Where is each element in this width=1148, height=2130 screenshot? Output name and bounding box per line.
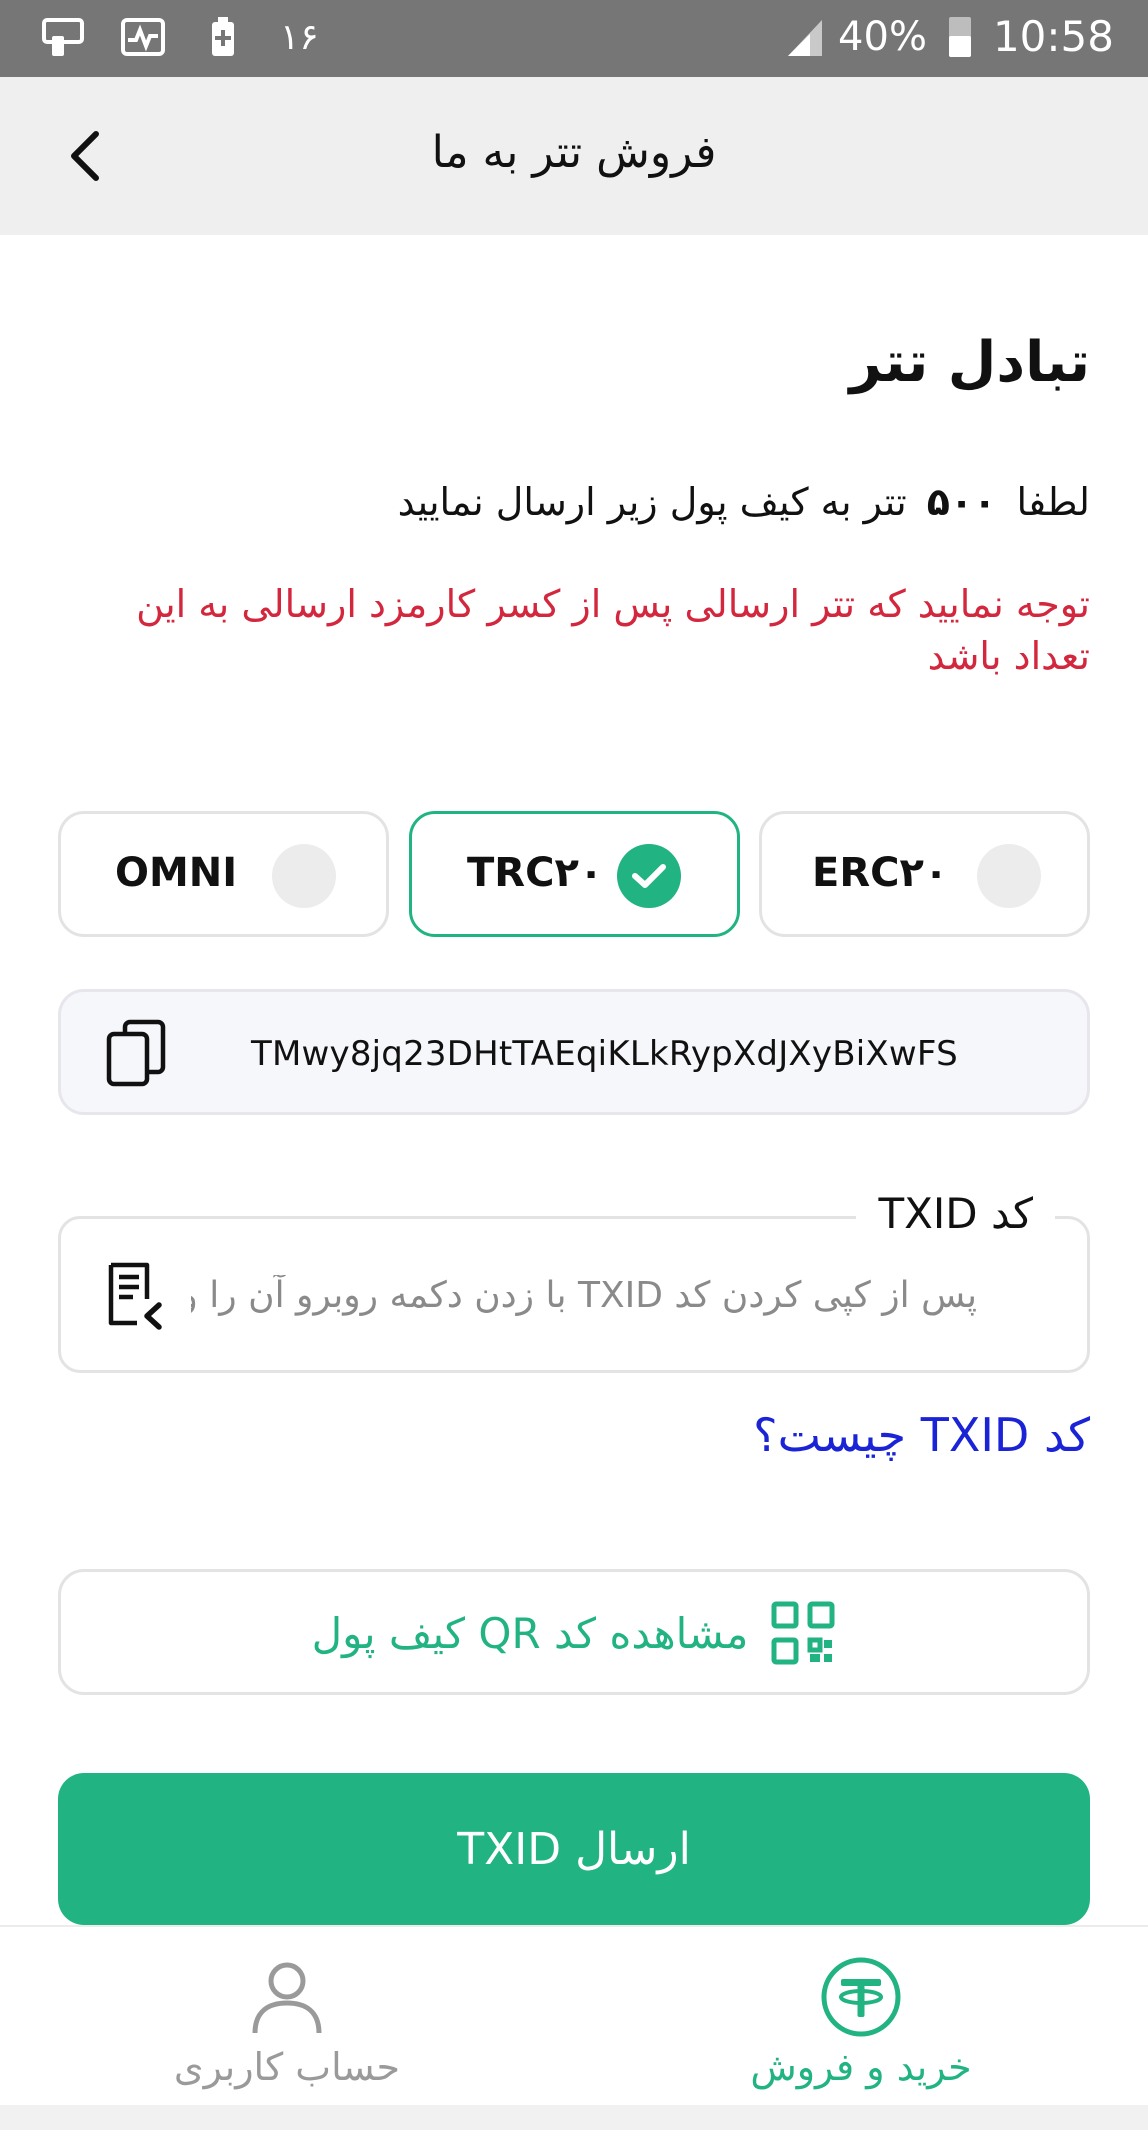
phone-transfer-icon [42, 18, 84, 56]
status-right-icons: 40% 10:58 [782, 12, 1114, 61]
app-header: فروش تتر به ما [0, 77, 1148, 235]
instruction-text: لطفا ۵۰۰ تتر به کیف پول زیر ارسال نمایید [398, 480, 1090, 524]
nav-label-account: حساب کاربری [173, 2045, 401, 2089]
user-icon [252, 1962, 322, 2034]
show-qr-button[interactable]: مشاهده کد QR کیف پول [58, 1569, 1090, 1695]
battery-percent: 40% [838, 13, 927, 60]
submit-label: ارسال TXID [457, 1823, 691, 1875]
network-option-erc20[interactable]: ERC۲۰ [759, 811, 1090, 937]
txid-help-link[interactable]: کد TXID چیست؟ [753, 1408, 1090, 1462]
battery-charging-icon [212, 17, 234, 56]
section-title: تبادل تتر [849, 330, 1090, 395]
system-nav-strip [0, 2105, 1148, 2130]
instruction-after: تتر به کیف پول زیر ارسال نمایید [397, 480, 907, 524]
page-title: فروش تتر به ما [431, 127, 717, 178]
network-option-trc20[interactable]: TRC۲۰ [409, 811, 740, 937]
tether-icon [821, 1957, 901, 2037]
nav-item-buy-sell[interactable]: خرید و فروش [711, 1955, 1011, 2089]
wallet-address-box: TMwy8jq23DHtTAEqiKLkRypXdJXyBiXwFS [58, 989, 1090, 1115]
txid-label: کد TXID [856, 1189, 1055, 1238]
radio-unchecked-icon [977, 844, 1041, 908]
submit-txid-button[interactable]: ارسال TXID [58, 1773, 1090, 1925]
copy-button[interactable] [101, 1018, 171, 1088]
txid-field: کد TXID [58, 1189, 1090, 1373]
copy-icon [106, 1019, 166, 1087]
radio-unchecked-icon [272, 844, 336, 908]
paste-button[interactable] [103, 1261, 165, 1331]
network-label: OMNI [115, 850, 238, 896]
network-option-omni[interactable]: OMNI [58, 811, 389, 937]
txid-input[interactable] [191, 1265, 977, 1325]
status-time: 10:58 [992, 12, 1114, 61]
network-label: ERC۲۰ [812, 850, 949, 896]
qr-button-label: مشاهده کد QR کیف پول [311, 1608, 749, 1658]
instruction-amount: ۵۰۰ [926, 480, 997, 524]
nav-item-account[interactable]: حساب کاربری [137, 1955, 437, 2089]
network-label: TRC۲۰ [467, 850, 604, 896]
signal-icon [788, 19, 823, 56]
wallet-address[interactable]: TMwy8jq23DHtTAEqiKLkRypXdJXyBiXwFS [251, 1034, 958, 1074]
paste-icon [108, 1262, 162, 1330]
fee-warning: توجه نمایید که تتر ارسالی پس از کسر کارم… [136, 582, 1090, 678]
battery-icon [948, 16, 971, 57]
activity-icon [121, 18, 165, 56]
check-circle-icon [617, 844, 681, 908]
notification-count: ۱۶ [280, 16, 319, 58]
qr-code-icon [771, 1601, 835, 1665]
status-left-icons: ۱۶ [40, 14, 319, 60]
nav-label-buy-sell: خرید و فروش [750, 2045, 972, 2089]
status-bar: ۱۶ 40% 10:58 [0, 0, 1148, 77]
bottom-nav: خرید و فروش حساب کاربری [0, 1925, 1148, 2105]
instruction-before: لطفا [1016, 480, 1090, 524]
